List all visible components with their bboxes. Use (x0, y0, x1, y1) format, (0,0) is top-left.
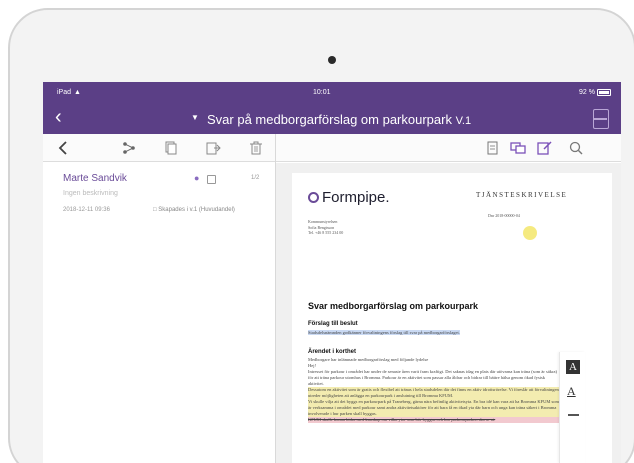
company-logo: Formpipe. (308, 189, 390, 206)
text-highlight-tool-icon[interactable]: A (566, 360, 580, 374)
battery-percent: 92 % (579, 89, 595, 96)
title-dropdown-caret-icon[interactable]: ▼ (191, 113, 199, 122)
item-date: 2018-12-11 09:36 (63, 207, 110, 213)
list-toolbar (43, 134, 275, 162)
split-layout-icon[interactable] (593, 109, 609, 129)
logo-ring-icon (308, 192, 319, 203)
section-text: Stadsdelsnämnden godkänner förvaltningen… (308, 330, 560, 336)
title-bar: ‹ ▼ Svar på medborgarförslag om parkourp… (43, 104, 621, 134)
strikethrough-tool-icon[interactable] (568, 414, 579, 416)
page-count: 1/2 (251, 175, 260, 181)
annotate-icon[interactable] (536, 140, 552, 156)
front-camera (328, 56, 336, 64)
section-heading: Förslag till beslut (308, 321, 358, 327)
copy-icon[interactable] (163, 140, 179, 156)
highlighted-text[interactable]: Stadsdelsnämnden godkänner förvaltningen… (308, 330, 460, 335)
logo-text: Formpipe. (322, 189, 390, 206)
touch-indicator (523, 226, 537, 240)
document-type: TJÄNSTESKRIVELSE (476, 191, 568, 199)
item-description: Ingen beskrivning (63, 190, 118, 197)
highlighted-paragraph[interactable]: Vi skulle vilja att det byggs en parkour… (308, 399, 560, 417)
app-screen: iPad ▲ 10:01 92 % ‹ ▼ Svar på medborgarf… (43, 82, 621, 463)
text-underline-tool-icon[interactable]: A (567, 384, 576, 399)
document-toolbar (276, 134, 621, 162)
export-icon[interactable] (205, 140, 221, 156)
document-title-text: Svar på medborgarförslag om parkourpark (207, 112, 452, 127)
section-text: Medborgare har inlämnade medborgarförsla… (308, 357, 560, 423)
sender-block: Kommunstyrelsen Sofia Bengtsson Tel. +46… (308, 219, 343, 236)
document-icon (207, 175, 216, 184)
battery-icon (597, 89, 611, 96)
share-icon[interactable] (121, 140, 137, 156)
list-item[interactable]: Marte Sandvik ● 1/2 Ingen beskrivning 20… (43, 163, 275, 231)
status-dot-icon: ● (194, 173, 200, 183)
document-reference: Dnr 2018-00000-04 (488, 213, 520, 218)
section-heading: Ärendet i korthet (308, 349, 357, 355)
item-created-text: Skapades i v.1 (Huvudandel) (158, 207, 235, 213)
document-title[interactable]: Svar på medborgarförslag om parkourpark … (207, 112, 471, 127)
body-paragraph: Intresset för parkour i området har unde… (308, 369, 558, 386)
clock: 10:01 (313, 89, 331, 96)
page-icon[interactable] (484, 140, 500, 156)
carrier-label: iPad (57, 89, 72, 96)
wifi-icon: ▲ (74, 89, 81, 96)
highlighted-paragraph[interactable]: Dessutom en aktivitet som är gratis och … (308, 387, 560, 399)
document-heading: Svar medborgarförslag om parkourpark (308, 301, 479, 311)
trash-icon[interactable] (248, 140, 264, 156)
strikethrough-paragraph[interactable]: KFUM skulle kunna bidra med kunskap om v… (308, 417, 560, 423)
status-bar: iPad ▲ 10:01 92 % (43, 82, 621, 104)
comments-icon[interactable] (510, 140, 526, 156)
item-created-info: □ Skapades i v.1 (Huvudandel) (153, 207, 235, 213)
annotation-tool-strip: A A (559, 352, 585, 463)
search-icon[interactable] (568, 140, 584, 156)
back-chevron-icon[interactable]: ‹ (55, 107, 62, 127)
back-icon[interactable] (55, 140, 71, 156)
author-name: Marte Sandvik (63, 173, 127, 184)
document-version: V.1 (455, 115, 472, 127)
sender-line: Tel. +46 8 555 234 00 (308, 230, 344, 235)
